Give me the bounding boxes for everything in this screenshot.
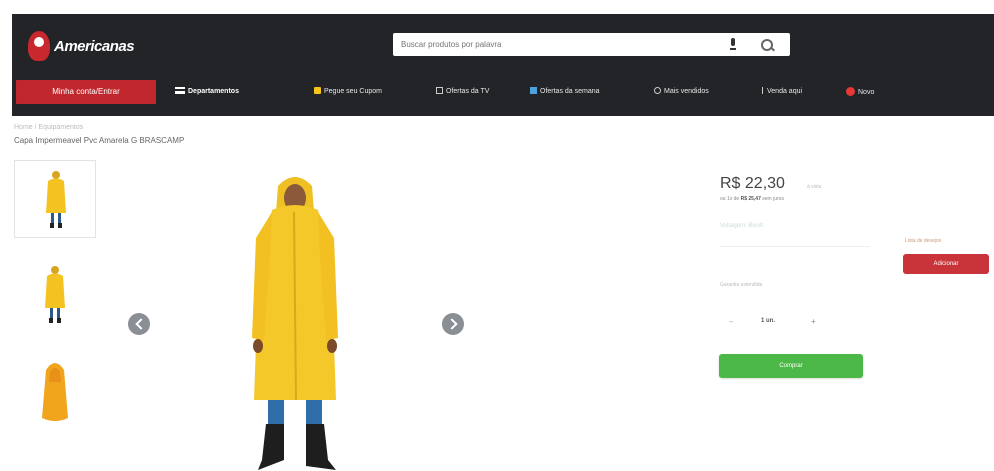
raincoat-person-image: [252, 177, 338, 470]
new-badge-icon: [846, 87, 855, 96]
nav-new-label: Novo: [858, 89, 875, 96]
nav-tv-label: Ofertas da TV: [446, 88, 490, 95]
menu-icon: [175, 87, 185, 94]
tv-icon: [436, 87, 443, 94]
divider: [720, 246, 870, 247]
wishlist-button[interactable]: Adicionar: [903, 254, 989, 274]
nav-sell[interactable]: Venda aqui: [762, 87, 802, 95]
warranty-link[interactable]: Garantia estendida: [720, 282, 762, 288]
chevron-right-icon[interactable]: [442, 313, 464, 335]
search-bar: [393, 33, 790, 56]
search-input[interactable]: [401, 37, 701, 52]
raincoat-detail-thumb-icon: [42, 363, 68, 421]
product-title: Capa Impermeavel Pvc Amarela G BRASCAMP: [14, 136, 185, 145]
nav-new[interactable]: Novo: [846, 87, 874, 96]
login-button[interactable]: Minha conta/Entrar: [16, 80, 156, 104]
site-header: Americanas Minha conta/Entrar Departamen…: [12, 14, 994, 116]
product-thumbnail-3[interactable]: [14, 352, 96, 430]
americanas-logo-icon: [28, 31, 50, 61]
nav-week-offers[interactable]: Ofertas da semana: [530, 87, 600, 95]
navigation-bar: Minha conta/Entrar Departamentos Pegue s…: [12, 80, 994, 104]
nav-departments-label: Departamentos: [188, 88, 239, 95]
product-price: R$ 22,30: [720, 175, 785, 192]
microphone-icon[interactable]: [729, 38, 737, 51]
nav-tv-offers[interactable]: Ofertas da TV: [436, 87, 489, 95]
raincoat-side-thumb-icon: [45, 266, 65, 323]
nav-coupons-label: Pegue seu Cupom: [324, 88, 382, 95]
breadcrumb[interactable]: Home / Equipamentos: [14, 124, 83, 131]
nav-best-sellers[interactable]: Mais vendidos: [654, 87, 709, 95]
product-thumbnail-1[interactable]: [14, 160, 96, 238]
quantity-value[interactable]: 1 un.: [761, 318, 775, 324]
search-icon[interactable]: [759, 37, 775, 53]
nav-coupons[interactable]: Pegue seu Cupom: [314, 87, 382, 95]
star-icon: [654, 87, 661, 94]
nav-best-label: Mais vendidos: [664, 88, 709, 95]
installments-suffix: sem juros: [762, 196, 784, 202]
nav-departments[interactable]: Departamentos: [175, 87, 239, 95]
logo-wordmark: Americanas: [54, 37, 135, 55]
raincoat-front-thumb-icon: [46, 171, 66, 228]
quantity-increase-button[interactable]: +: [811, 317, 816, 326]
installments-value: R$ 25,47: [740, 196, 761, 202]
coupon-icon: [314, 87, 321, 94]
product-main-image: [220, 168, 370, 471]
chevron-left-icon[interactable]: [128, 313, 150, 335]
product-thumbnail-2[interactable]: [14, 250, 96, 328]
buy-button[interactable]: Comprar: [719, 354, 863, 378]
installments-info: ou 1x de R$ 25,47 sem juros: [720, 196, 784, 202]
voltage-option[interactable]: Voltagem: Bivolt: [720, 223, 763, 229]
divider-icon: [762, 87, 764, 94]
nav-sell-label: Venda aqui: [767, 88, 803, 95]
voltage-label: Voltagem:: [720, 223, 747, 229]
price-unit: à vista: [807, 184, 822, 190]
installments-prefix: ou 1x de: [720, 196, 740, 202]
quantity-decrease-button[interactable]: –: [729, 317, 733, 326]
tag-icon: [530, 87, 537, 94]
store-logo[interactable]: Americanas: [28, 22, 148, 70]
nav-offers-label: Ofertas da semana: [540, 88, 600, 95]
voltage-value: Bivolt: [748, 223, 764, 229]
wishlist-label: Lista de desejos: [905, 238, 942, 244]
